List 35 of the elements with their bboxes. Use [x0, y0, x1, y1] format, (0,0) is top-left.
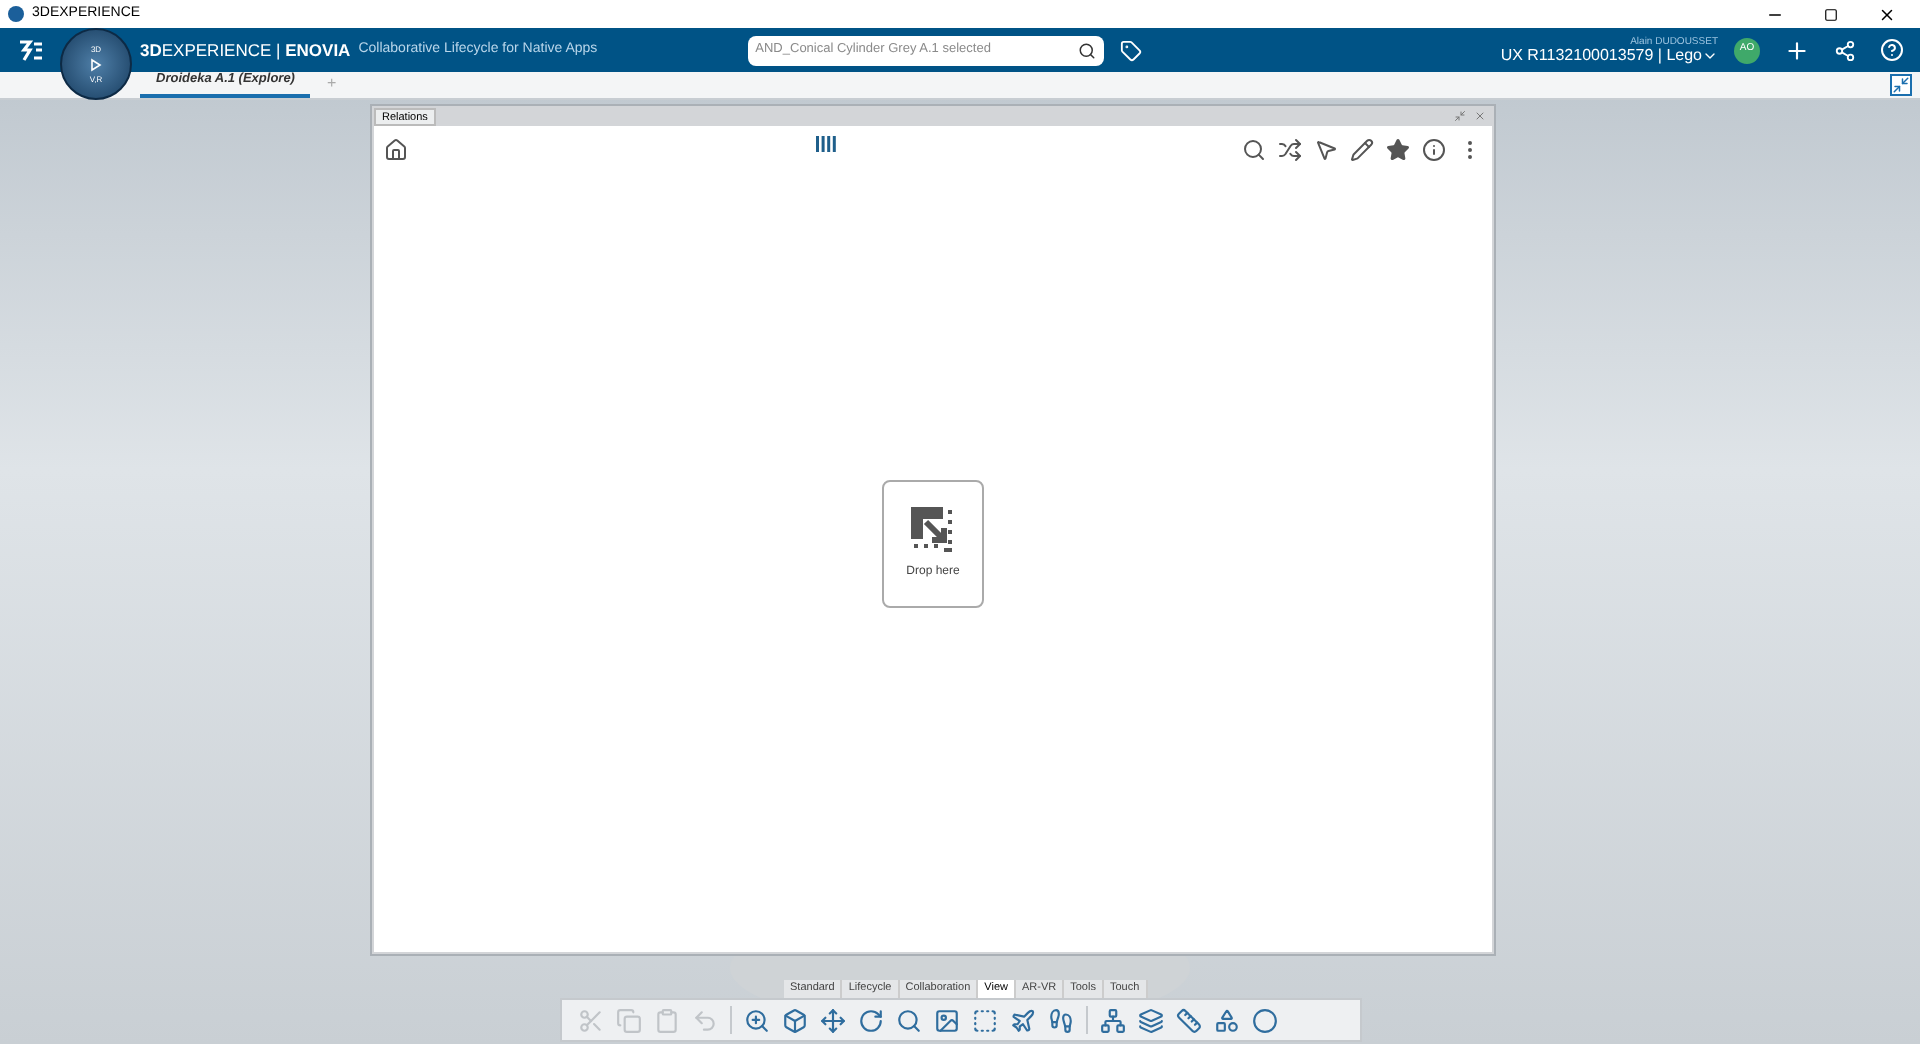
zoom-icon[interactable] — [744, 1007, 770, 1033]
tree-icon[interactable] — [1100, 1007, 1126, 1033]
walking-icon[interactable] — [1048, 1007, 1074, 1033]
info-icon[interactable] — [1422, 138, 1446, 162]
search-icon[interactable] — [1077, 41, 1096, 59]
expand-icon[interactable] — [1454, 110, 1466, 122]
play-icon[interactable] — [90, 57, 102, 71]
rotate-icon[interactable] — [858, 1007, 884, 1033]
tenant-selector[interactable]: UX R1132100013579 | Lego — [1500, 47, 1718, 63]
square-icon[interactable] — [972, 1007, 998, 1033]
pencil-icon[interactable] — [1350, 138, 1374, 162]
cube-icon[interactable] — [782, 1007, 808, 1033]
close-icon[interactable] — [1878, 5, 1896, 23]
search-icon[interactable] — [1242, 138, 1266, 162]
collapse-icon[interactable] — [1890, 74, 1912, 96]
ruler-icon[interactable] — [1176, 1007, 1202, 1033]
home-icon[interactable] — [384, 138, 408, 162]
layers-icon[interactable] — [1138, 1007, 1164, 1033]
plane-icon[interactable] — [1010, 1007, 1036, 1033]
move-icon[interactable] — [820, 1007, 846, 1033]
add-icon[interactable] — [1784, 37, 1810, 63]
brand-title: 3DEXPERIENCE | ENOVIA — [140, 37, 351, 63]
sphere-icon[interactable] — [1252, 1007, 1278, 1033]
share-icon[interactable] — [1834, 39, 1856, 61]
help-icon[interactable] — [1880, 38, 1904, 62]
maximize-icon[interactable] — [1824, 7, 1838, 21]
image-icon[interactable] — [934, 1007, 960, 1033]
shapes-icon[interactable] — [1214, 1007, 1240, 1033]
shuffle-icon[interactable] — [1278, 138, 1302, 162]
star-icon[interactable] — [1386, 138, 1410, 162]
app-logo-icon — [8, 6, 24, 22]
pointer-icon[interactable] — [1314, 138, 1338, 162]
barcode-icon[interactable] — [815, 136, 835, 152]
brand-logo — [16, 38, 44, 62]
tag-icon[interactable] — [1119, 39, 1142, 61]
